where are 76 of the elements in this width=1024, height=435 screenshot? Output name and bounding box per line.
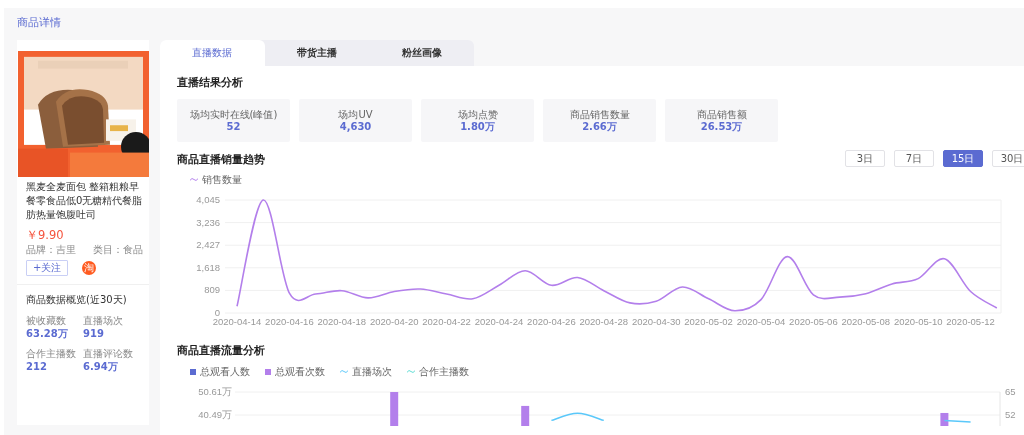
axis-label: 2020-04-18 [317,316,367,327]
legend-line-icon [407,369,415,374]
metric-value: 52 [226,121,241,133]
stat-value: 63.28万 [26,327,69,340]
range-button[interactable]: 15日 [943,150,983,167]
range-button[interactable]: 7日 [894,150,934,167]
metric-value: 4,630 [339,121,372,133]
stat-label: 直播场次 [83,314,124,327]
legend-label: 合作主播数 [419,365,469,378]
stat-value: 212 [26,360,48,373]
axis-label: 50.61万 [198,386,232,397]
axis-label: 2020-04-26 [527,316,576,327]
platform-badge: 淘 [82,261,97,275]
axis-label: 4,045 [196,194,220,205]
legend-line-icon [340,369,348,374]
line [550,412,605,422]
axis-label: 0 [214,307,220,318]
bar [390,392,399,426]
metric-label: 场均点赞 [457,108,498,121]
metric-label: 场均实时在线(峰值) [189,108,278,121]
axis-label: 3,236 [196,216,220,228]
axis-label: 2020-05-12 [946,316,995,327]
metric-value: 1.80万 [460,121,495,133]
metric-label: 商品销售额 [696,108,747,121]
category-label: 类目：食品 [93,243,143,256]
bar [521,405,530,426]
stat-label: 合作主播数 [26,347,77,360]
overview-title: 商品数据概览(近30天) [25,293,128,306]
axis-label: 809 [204,284,220,296]
stat-label: 直播评论数 [83,347,134,360]
axis-label: 1,618 [196,261,220,273]
axis-label: 65 [1005,386,1016,397]
axis-label: 52 [1005,409,1016,421]
product-name: 黑麦全麦面包 整箱粗粮早餐零食品低0无糖精代餐脂肪热量饱腹吐司 [25,180,144,222]
metric-value: 2.66万 [582,121,617,133]
range-button[interactable]: 3日 [845,150,885,167]
axis-label: 2020-05-08 [841,316,891,327]
legend-label: 总观看次数 [275,365,325,378]
axis-label: 2020-05-10 [893,316,943,327]
metric-value: 26.53万 [700,121,743,133]
brand-label: 品牌：吉里 [26,243,76,256]
section-title: 直播结果分析 [177,75,244,89]
axis-label: 2020-04-24 [474,316,524,327]
legend-square-icon [265,368,271,375]
axis-label: 2020-04-22 [422,316,471,327]
bar [940,412,949,426]
tab[interactable]: 带货主播 [264,40,370,66]
legend-label: 直播场次 [352,365,392,378]
stat-label: 被收藏数 [26,314,67,327]
axis-label: 2020-04-14 [212,316,262,327]
legend-label: 总观看人数 [200,365,250,378]
tab[interactable]: 直播数据 [160,40,265,66]
page-title: 商品详情 [17,16,62,30]
metric-label: 场均UV [338,108,373,121]
axis-label: 2,427 [196,239,220,251]
axis-label: 2020-04-30 [631,316,681,327]
product-price: ￥9.90 [25,227,65,242]
legend-square-icon [190,368,196,375]
axis-label: 2020-04-28 [579,316,629,327]
follow-button[interactable]: +关注 [26,260,69,276]
axis-label: 2020-04-20 [369,316,419,327]
legend-line-icon [190,177,198,182]
axis-label: 2020-05-02 [684,316,733,327]
axis-label: 2020-04-16 [265,316,314,327]
axis-label: 40.49万 [198,409,232,421]
axis-label: 2020-05-04 [736,316,786,327]
line [943,419,972,423]
stat-value: 6.94万 [83,360,119,373]
section-title: 商品直播流量分析 [177,343,266,357]
metric-label: 商品销售数量 [569,108,630,121]
tab[interactable]: 粉丝画像 [369,40,474,66]
stat-value: 919 [83,327,105,340]
section-title: 商品直播销量趋势 [177,151,265,166]
axis-label: 2020-05-06 [789,316,838,327]
range-button[interactable]: 30日 [992,150,1024,167]
legend-label: 销售数量 [202,173,242,186]
